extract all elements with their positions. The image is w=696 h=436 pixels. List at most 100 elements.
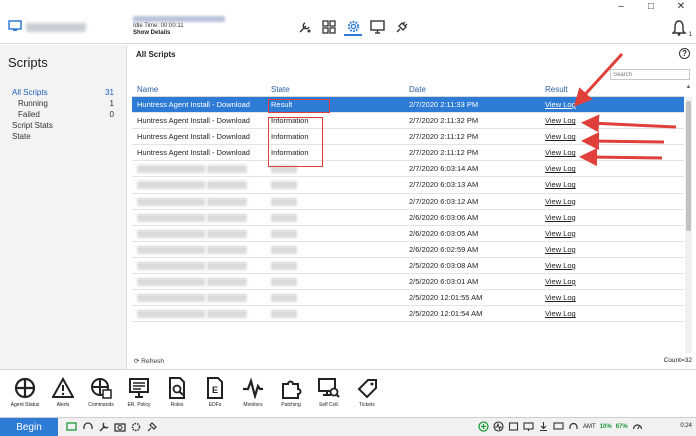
- redacted-text: [137, 278, 205, 287]
- view-log-link[interactable]: View Log: [545, 116, 576, 125]
- table-row[interactable]: 2/7/2020 6:03:14 AM View Log: [132, 161, 684, 178]
- view-log-link[interactable]: View Log: [545, 164, 576, 173]
- display-icon[interactable]: [553, 421, 564, 432]
- table-row[interactable]: 2/6/2020 6:02:59 AM View Log: [132, 242, 684, 258]
- disk-icon[interactable]: [508, 421, 519, 432]
- plugin-button[interactable]: [392, 18, 410, 36]
- scrollbar-thumb[interactable]: [686, 101, 691, 231]
- module-pulse-button[interactable]: Monitors: [234, 370, 272, 418]
- module-self-service-button[interactable]: Self Coll.: [310, 370, 348, 418]
- refresh-button[interactable]: ⟳ Refresh: [134, 357, 164, 365]
- column-header-state[interactable]: State: [267, 83, 405, 96]
- gear-icon[interactable]: [130, 421, 142, 433]
- camera-icon[interactable]: [114, 421, 126, 433]
- view-log-link[interactable]: View Log: [545, 148, 576, 157]
- headset-icon[interactable]: [82, 421, 94, 433]
- plug-icon[interactable]: [146, 421, 158, 433]
- sidebar-item-count: 1: [109, 99, 114, 108]
- sidebar-item-all-scripts[interactable]: All Scripts 31: [12, 87, 122, 98]
- sidebar-item-label: Running: [18, 99, 48, 108]
- cpu-percent: 10%: [599, 423, 612, 430]
- headphones-icon[interactable]: [568, 421, 579, 432]
- cell-name: [132, 242, 267, 257]
- table-row[interactable]: 2/6/2020 6:03:06 AM View Log: [132, 210, 684, 226]
- notification-count: 1: [688, 32, 692, 38]
- table-row[interactable]: 2/6/2020 6:03:05 AM View Log: [132, 226, 684, 242]
- module-ticket-button[interactable]: Tickets: [348, 370, 386, 418]
- module-warning-button[interactable]: Alerts: [44, 370, 82, 418]
- module-crosshair-button[interactable]: Agent Status: [6, 370, 44, 418]
- scrollbar[interactable]: [685, 97, 692, 353]
- sidebar-item-state[interactable]: State: [12, 131, 122, 142]
- screen-button[interactable]: [368, 18, 386, 36]
- redacted-text: [137, 181, 205, 190]
- cell-state: [267, 290, 405, 305]
- view-log-link[interactable]: View Log: [545, 293, 576, 302]
- begin-button[interactable]: Begin: [0, 418, 58, 436]
- table-row[interactable]: Huntress Agent Install - Download Informa…: [132, 113, 684, 130]
- view-log-link[interactable]: View Log: [545, 132, 576, 141]
- network-icon[interactable]: [523, 421, 534, 432]
- grid-button[interactable]: [320, 18, 338, 36]
- plug-icon: [396, 21, 407, 32]
- help-icon[interactable]: ?: [679, 48, 690, 59]
- wrench-icon[interactable]: [98, 421, 110, 433]
- cell-result: View Log: [540, 274, 680, 289]
- view-log-link[interactable]: View Log: [545, 213, 576, 222]
- sidebar-item-failed[interactable]: Failed 0: [12, 109, 122, 120]
- search-input[interactable]: [610, 69, 690, 80]
- sidebar-item-running[interactable]: Running 1: [12, 98, 122, 109]
- column-header-name[interactable]: Name: [132, 83, 267, 96]
- maximize-button[interactable]: □: [636, 0, 666, 14]
- speedometer-icon[interactable]: [632, 421, 643, 432]
- table-row[interactable]: 2/5/2020 6:03:08 AM View Log: [132, 258, 684, 275]
- table-row[interactable]: 2/5/2020 12:01:54 AM View Log: [132, 306, 684, 323]
- module-roles-button[interactable]: Roles: [158, 370, 196, 418]
- view-log-link[interactable]: View Log: [545, 277, 576, 286]
- cell-state: [267, 177, 405, 192]
- scroll-up-arrow[interactable]: ▲: [685, 84, 692, 96]
- module-command-button[interactable]: Commands: [82, 370, 120, 418]
- sidebar-item-label: Failed: [18, 110, 40, 119]
- bell-icon[interactable]: [672, 20, 686, 36]
- module-iconbar: Agent Status Alerts Commands ER. Policy Role…: [0, 369, 696, 417]
- column-header-result[interactable]: Result: [540, 83, 680, 96]
- cell-date: 2/7/2020 6:03:13 AM: [409, 180, 479, 190]
- view-log-link[interactable]: View Log: [545, 197, 576, 206]
- minimize-button[interactable]: –: [606, 0, 636, 14]
- add-icon[interactable]: [478, 421, 489, 432]
- pulse-icon[interactable]: [493, 421, 504, 432]
- header-computer: [0, 14, 127, 44]
- redacted-text: [271, 181, 297, 190]
- download-icon[interactable]: [538, 421, 549, 432]
- module-edf-button[interactable]: E EDFs: [196, 370, 234, 418]
- table-row[interactable]: Huntress Agent Install - Download Informa…: [132, 145, 684, 162]
- view-log-link[interactable]: View Log: [545, 180, 576, 189]
- table-row[interactable]: 2/7/2020 6:03:13 AM View Log: [132, 177, 684, 194]
- redacted-text: [271, 294, 297, 303]
- column-header-date[interactable]: Date: [405, 83, 540, 96]
- module-puzzle-button[interactable]: Patching: [272, 370, 310, 418]
- settings-button[interactable]: [344, 18, 362, 36]
- table-row[interactable]: Huntress Agent Install - Download Informa…: [132, 129, 684, 146]
- cell-result: View Log: [540, 194, 680, 209]
- view-log-link[interactable]: View Log: [545, 309, 576, 318]
- redacted-text: [137, 229, 205, 238]
- view-log-link[interactable]: View Log: [545, 261, 576, 270]
- sidebar-item-script-stats[interactable]: Script Stats: [12, 120, 122, 131]
- close-button[interactable]: ✕: [666, 0, 696, 14]
- screen-icon: [369, 20, 385, 34]
- view-log-link[interactable]: View Log: [545, 229, 576, 238]
- table-row[interactable]: 2/5/2020 6:03:01 AM View Log: [132, 274, 684, 291]
- table-row[interactable]: 2/5/2020 12:01:55 AM View Log: [132, 290, 684, 307]
- table-row[interactable]: Huntress Agent Install - Download Result 2…: [132, 97, 684, 114]
- cell-result: View Log: [540, 226, 680, 241]
- view-log-link[interactable]: View Log: [545, 245, 576, 254]
- chat-icon[interactable]: [66, 421, 78, 433]
- table-row[interactable]: 2/7/2020 6:03:12 AM View Log: [132, 194, 684, 210]
- module-policy-button[interactable]: ER. Policy: [120, 370, 158, 418]
- tools-button[interactable]: [296, 18, 314, 36]
- show-details-link[interactable]: Show Details: [133, 30, 225, 36]
- module-label: Alerts: [56, 402, 70, 408]
- view-log-link[interactable]: View Log: [545, 100, 576, 109]
